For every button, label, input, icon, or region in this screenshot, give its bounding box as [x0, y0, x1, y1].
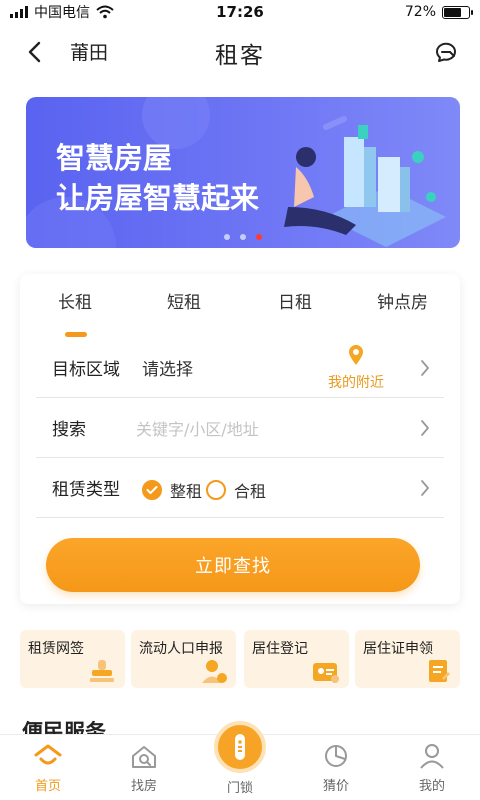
tab-hourly[interactable]: 钟点房	[377, 288, 428, 313]
banner-headline: 智慧房屋	[56, 141, 173, 175]
chevron-right-icon	[421, 420, 429, 436]
promo-banner[interactable]: 智慧房屋 让房屋智慧起来	[26, 97, 460, 248]
carrier-name: 中国电信	[34, 5, 90, 21]
chat-bubble-icon	[435, 42, 456, 62]
service-label: 流动人口申报	[139, 641, 223, 657]
banner-subheadline: 让房屋智慧起来	[56, 181, 260, 215]
search-label: 搜索	[52, 420, 86, 440]
search-row[interactable]: 搜索 关键字/小区/地址	[36, 398, 444, 458]
service-lease-signing[interactable]: 租赁网签	[20, 630, 125, 688]
tab-daily[interactable]: 日租	[278, 288, 312, 313]
battery-icon	[442, 5, 473, 19]
home-icon	[34, 744, 62, 765]
tab-profile-label: 我的	[418, 779, 445, 794]
chevron-right-icon	[421, 360, 429, 376]
battery-percent: 72%	[404, 4, 436, 20]
rent-type-row: 租赁类型 整租 合租	[36, 458, 444, 518]
rent-type-label: 租赁类型	[52, 480, 120, 500]
carousel-dot	[224, 234, 230, 240]
area-value: 请选择	[142, 360, 193, 380]
search-now-button[interactable]: 立即查找	[46, 538, 420, 592]
checked-radio-icon	[142, 480, 162, 500]
carousel-dots	[224, 234, 262, 240]
pie-chart-icon	[325, 745, 347, 767]
back-button[interactable]	[18, 36, 50, 68]
search-input[interactable]: 关键字/小区/地址	[136, 416, 259, 440]
person-report-icon	[202, 660, 227, 683]
tab-price-guess[interactable]: 猜价	[306, 743, 366, 794]
service-floating-population[interactable]: 流动人口申报	[131, 630, 236, 688]
rental-tabs: 长租 短租 日租 钟点房	[20, 288, 460, 337]
tab-short-term[interactable]: 短租	[167, 288, 201, 313]
tab-long-term[interactable]: 长租	[58, 288, 92, 313]
service-label: 居住证申领	[363, 641, 433, 657]
nav-bar: 莆田 租客	[0, 24, 480, 80]
document-icon	[429, 660, 450, 682]
carousel-dot-active	[256, 234, 262, 240]
user-icon	[420, 744, 444, 769]
tab-home[interactable]: 首页	[18, 743, 78, 794]
nearby-button[interactable]: 我的附近	[328, 344, 384, 392]
signal-icon	[10, 6, 28, 18]
tab-home-label: 首页	[34, 779, 61, 794]
service-residence-permit[interactable]: 居住证申领	[355, 630, 460, 688]
nearby-label: 我的附近	[328, 375, 384, 391]
unchecked-radio-icon	[206, 480, 226, 500]
status-bar: 中国电信 17:26 72%	[0, 0, 480, 24]
id-card-icon	[313, 663, 339, 683]
tab-price-guess-label: 猜价	[322, 779, 349, 794]
chevron-right-icon	[421, 480, 429, 496]
message-button[interactable]	[430, 36, 462, 68]
city-selector[interactable]: 莆田	[70, 38, 108, 65]
door-lock-button[interactable]	[214, 721, 266, 773]
tab-door-lock-label[interactable]: 门锁	[216, 777, 264, 796]
active-tab-indicator	[65, 332, 87, 337]
location-pin-icon	[349, 345, 363, 365]
service-residence-registration[interactable]: 居住登记	[244, 630, 349, 688]
service-label: 租赁网签	[28, 641, 84, 657]
option-whole-rent[interactable]: 整租	[142, 478, 202, 502]
carousel-dot	[240, 234, 246, 240]
tab-find-house-label: 找房	[130, 779, 157, 794]
service-label: 居住登记	[252, 641, 308, 657]
option-whole-rent-label: 整租	[170, 482, 203, 501]
search-card: 长租 短租 日租 钟点房 目标区域 请选择 我的附近 搜索 关键字/小区/地址 …	[20, 274, 460, 604]
battery-level	[444, 7, 462, 17]
chevron-left-icon	[28, 41, 41, 63]
house-search-icon	[132, 746, 156, 768]
wifi-icon	[96, 5, 114, 19]
stamp-icon	[90, 660, 114, 682]
area-label: 目标区域	[52, 360, 120, 380]
lock-icon	[235, 734, 245, 760]
option-shared-rent[interactable]: 合租	[206, 478, 266, 502]
area-row[interactable]: 目标区域 请选择 我的附近	[36, 338, 444, 398]
bottom-tab-bar: 首页 找房 门锁 猜价 我的	[0, 721, 480, 800]
tab-profile[interactable]: 我的	[402, 743, 462, 794]
tab-find-house[interactable]: 找房	[114, 743, 174, 794]
option-shared-rent-label: 合租	[234, 482, 267, 501]
